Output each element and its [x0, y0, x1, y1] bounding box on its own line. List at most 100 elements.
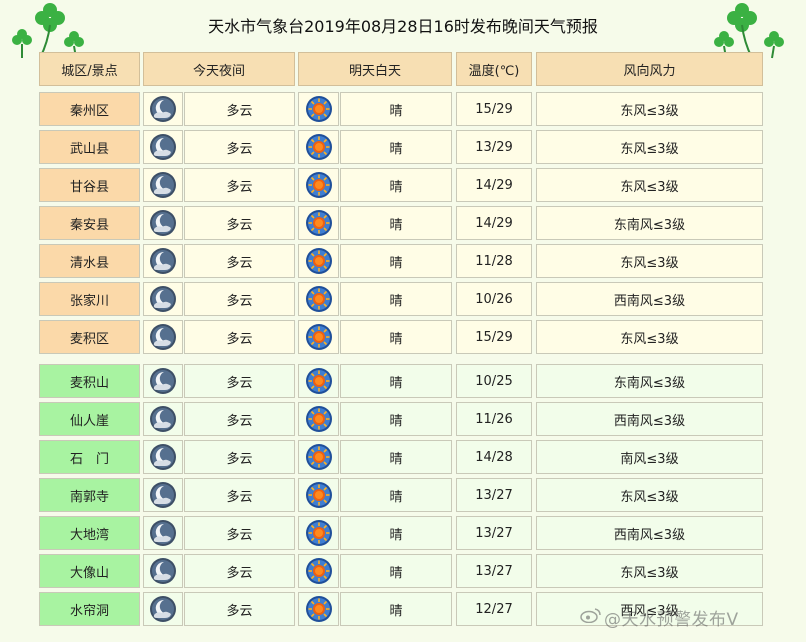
row-temperature: 14/29 — [456, 206, 532, 240]
row-wind: 东南风≤3级 — [536, 364, 763, 398]
header-tomorrow: 明天白天 — [298, 52, 452, 86]
row-temperature: 11/28 — [456, 244, 532, 278]
cloudy-night-icon — [143, 206, 183, 240]
cloudy-night-icon — [143, 282, 183, 316]
weibo-logo-icon — [580, 608, 601, 623]
cloudy-night-icon — [143, 516, 183, 550]
clover-decoration-left-icon — [12, 3, 84, 59]
row-temperature: 14/29 — [456, 168, 532, 202]
sunny-icon — [298, 282, 339, 316]
sunny-icon — [298, 206, 339, 240]
row-temperature: 13/27 — [456, 516, 532, 550]
row-name: 麦积山 — [39, 364, 140, 398]
row-temperature: 15/29 — [456, 320, 532, 354]
row-temperature: 13/29 — [456, 130, 532, 164]
row-name: 大像山 — [39, 554, 140, 588]
header-region: 城区/景点 — [39, 52, 140, 86]
cloudy-night-icon — [143, 92, 183, 126]
row-tonight: 多云 — [184, 320, 295, 354]
sunny-icon — [298, 478, 339, 512]
row-wind: 南风≤3级 — [536, 440, 763, 474]
row-wind: 东风≤3级 — [536, 320, 763, 354]
row-name: 仙人崖 — [39, 402, 140, 436]
row-wind: 东风≤3级 — [536, 478, 763, 512]
row-name: 武山县 — [39, 130, 140, 164]
cloudy-night-icon — [143, 592, 183, 626]
row-temperature: 10/26 — [456, 282, 532, 316]
row-tomorrow: 晴 — [340, 130, 452, 164]
sunny-icon — [298, 92, 339, 126]
row-name: 大地湾 — [39, 516, 140, 550]
row-tomorrow: 晴 — [340, 364, 452, 398]
row-name: 麦积区 — [39, 320, 140, 354]
row-tonight: 多云 — [184, 364, 295, 398]
row-tomorrow: 晴 — [340, 282, 452, 316]
row-tonight: 多云 — [184, 440, 295, 474]
row-tomorrow: 晴 — [340, 206, 452, 240]
cloudy-night-icon — [143, 244, 183, 278]
row-tonight: 多云 — [184, 244, 295, 278]
row-name: 南郭寺 — [39, 478, 140, 512]
row-wind: 东风≤3级 — [536, 130, 763, 164]
cloudy-night-icon — [143, 402, 183, 436]
header-wind: 风向风力 — [536, 52, 763, 86]
row-temperature: 14/28 — [456, 440, 532, 474]
row-tonight: 多云 — [184, 478, 295, 512]
cloudy-night-icon — [143, 478, 183, 512]
cloudy-night-icon — [143, 440, 183, 474]
cloudy-night-icon — [143, 130, 183, 164]
row-name: 张家川 — [39, 282, 140, 316]
row-temperature: 11/26 — [456, 402, 532, 436]
row-tomorrow: 晴 — [340, 402, 452, 436]
header-tonight: 今天夜间 — [143, 52, 295, 86]
row-tonight: 多云 — [184, 168, 295, 202]
row-wind: 东风≤3级 — [536, 168, 763, 202]
row-tomorrow: 晴 — [340, 92, 452, 126]
row-tonight: 多云 — [184, 206, 295, 240]
sunny-icon — [298, 364, 339, 398]
row-tomorrow: 晴 — [340, 554, 452, 588]
sunny-icon — [298, 554, 339, 588]
row-wind: 东风≤3级 — [536, 92, 763, 126]
row-tonight: 多云 — [184, 554, 295, 588]
cloudy-night-icon — [143, 364, 183, 398]
row-tonight: 多云 — [184, 282, 295, 316]
row-wind: 西南风≤3级 — [536, 516, 763, 550]
row-tonight: 多云 — [184, 516, 295, 550]
sunny-icon — [298, 592, 339, 626]
row-tonight: 多云 — [184, 92, 295, 126]
sunny-icon — [298, 516, 339, 550]
row-temperature: 10/25 — [456, 364, 532, 398]
row-name: 水帘洞 — [39, 592, 140, 626]
row-tonight: 多云 — [184, 592, 295, 626]
row-temperature: 13/27 — [456, 554, 532, 588]
row-tomorrow: 晴 — [340, 168, 452, 202]
row-tomorrow: 晴 — [340, 592, 452, 626]
sunny-icon — [298, 402, 339, 436]
row-name: 秦安县 — [39, 206, 140, 240]
row-name: 清水县 — [39, 244, 140, 278]
row-name: 秦州区 — [39, 92, 140, 126]
row-tonight: 多云 — [184, 402, 295, 436]
sunny-icon — [298, 130, 339, 164]
row-tomorrow: 晴 — [340, 320, 452, 354]
cloudy-night-icon — [143, 168, 183, 202]
row-wind: 东南风≤3级 — [536, 206, 763, 240]
row-tomorrow: 晴 — [340, 516, 452, 550]
page-title: 天水市气象台2019年08月28日16时发布晚间天气预报 — [208, 17, 598, 36]
row-name: 石 门 — [39, 440, 140, 474]
header-temperature: 温度(℃) — [456, 52, 532, 86]
watermark-text: @天水预警发布V — [604, 610, 739, 630]
row-tomorrow: 晴 — [340, 440, 452, 474]
row-temperature: 13/27 — [456, 478, 532, 512]
row-wind: 东风≤3级 — [536, 554, 763, 588]
row-wind: 东风≤3级 — [536, 244, 763, 278]
sunny-icon — [298, 440, 339, 474]
row-tonight: 多云 — [184, 130, 295, 164]
cloudy-night-icon — [143, 320, 183, 354]
row-name: 甘谷县 — [39, 168, 140, 202]
row-tomorrow: 晴 — [340, 244, 452, 278]
sunny-icon — [298, 244, 339, 278]
row-temperature: 12/27 — [456, 592, 532, 626]
row-temperature: 15/29 — [456, 92, 532, 126]
